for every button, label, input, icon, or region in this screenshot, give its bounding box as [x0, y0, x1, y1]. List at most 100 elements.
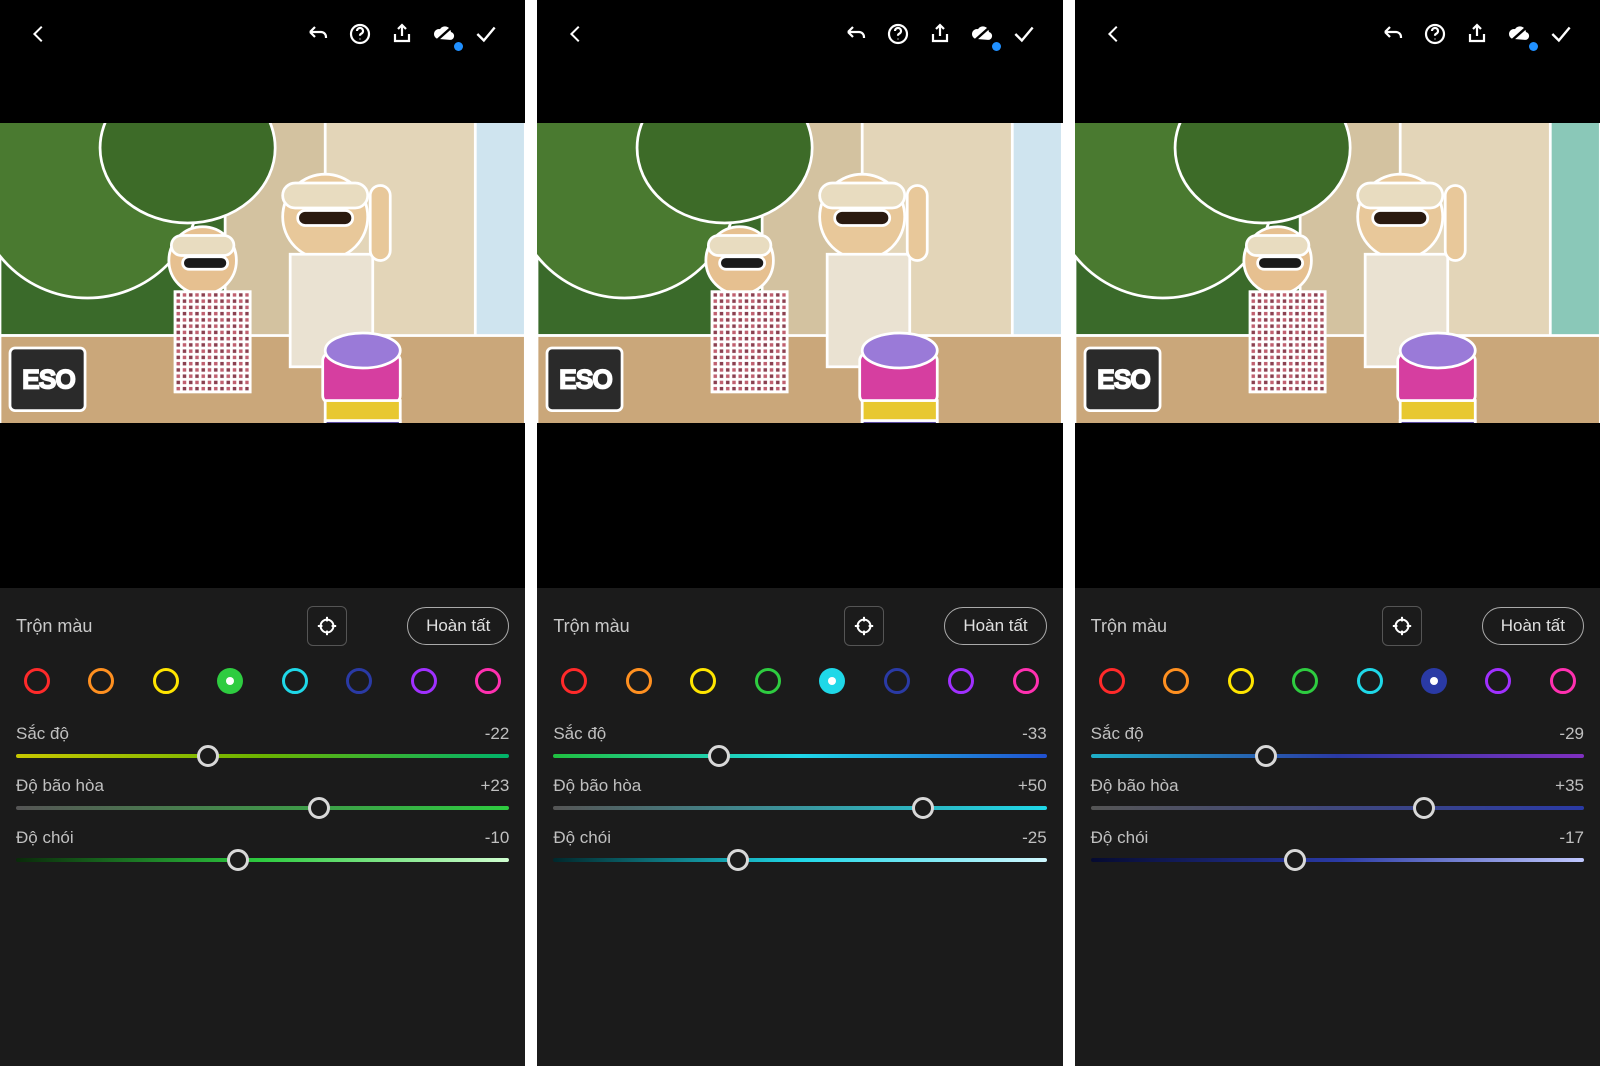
share-icon[interactable]	[919, 13, 961, 55]
luminance-value: -17	[1559, 828, 1584, 848]
color-swatch[interactable]	[88, 668, 114, 694]
cloud-icon[interactable]	[961, 13, 1003, 55]
color-swatch[interactable]	[1485, 668, 1511, 694]
hue-value: -33	[1022, 724, 1047, 744]
editor-screen: ESO Trộn màuHoàn tấtSắc độ-33Độ bão hòa+…	[537, 0, 1062, 1066]
confirm-icon[interactable]	[1003, 13, 1045, 55]
back-icon[interactable]	[555, 13, 597, 55]
color-swatch[interactable]	[24, 668, 50, 694]
color-swatch[interactable]	[346, 668, 372, 694]
hue-slider[interactable]	[1091, 754, 1584, 758]
luminance-slider[interactable]	[1091, 858, 1584, 862]
help-icon[interactable]	[1414, 13, 1456, 55]
color-swatch[interactable]	[948, 668, 974, 694]
svg-text:ESO: ESO	[1097, 366, 1150, 394]
hue-slider-group: Sắc độ-29	[1091, 724, 1584, 758]
saturation-slider[interactable]	[1091, 806, 1584, 810]
saturation-slider-group: Độ bão hòa+50	[553, 776, 1046, 810]
photo-preview[interactable]: ESO	[537, 68, 1062, 478]
help-icon[interactable]	[339, 13, 381, 55]
hue-value: -22	[485, 724, 510, 744]
saturation-label: Độ bão hòa	[1091, 776, 1179, 796]
color-swatch[interactable]	[411, 668, 437, 694]
photo-preview[interactable]: ESO	[0, 68, 525, 478]
done-button[interactable]: Hoàn tất	[944, 607, 1046, 645]
color-swatch[interactable]	[1228, 668, 1254, 694]
luminance-slider-thumb[interactable]	[227, 849, 249, 871]
luminance-label: Độ chói	[16, 828, 74, 848]
saturation-slider-thumb[interactable]	[912, 797, 934, 819]
color-swatch[interactable]	[1099, 668, 1125, 694]
color-mix-panel: Trộn màu Hoàn tất Sắc độ -22 Độ bão hòa +23 Độ…	[0, 588, 525, 1066]
color-swatch[interactable]	[561, 668, 587, 694]
editor-screen: ESO Trộn màu Hoàn tất Sắc độ -22 Độ bão hòa +…	[0, 0, 525, 1066]
color-swatch[interactable]	[217, 668, 243, 694]
target-picker-button[interactable]	[1382, 606, 1422, 646]
color-swatch[interactable]	[1292, 668, 1318, 694]
luminance-slider-thumb[interactable]	[727, 849, 749, 871]
luminance-label: Độ chói	[1091, 828, 1149, 848]
toolbar	[1075, 0, 1600, 68]
color-swatch[interactable]	[1163, 668, 1189, 694]
back-icon[interactable]	[18, 13, 60, 55]
hue-slider[interactable]	[553, 754, 1046, 758]
confirm-icon[interactable]	[465, 13, 507, 55]
hue-slider-thumb[interactable]	[708, 745, 730, 767]
cloud-icon[interactable]	[423, 13, 465, 55]
hue-slider-thumb[interactable]	[1255, 745, 1277, 767]
saturation-slider-thumb[interactable]	[1413, 797, 1435, 819]
hue-slider-group: Sắc độ -22	[16, 724, 509, 758]
back-icon[interactable]	[1093, 13, 1135, 55]
luminance-label: Độ chói	[553, 828, 611, 848]
saturation-slider-group: Độ bão hòa+35	[1091, 776, 1584, 810]
saturation-value: +23	[480, 776, 509, 796]
color-swatch[interactable]	[819, 668, 845, 694]
color-swatch[interactable]	[1013, 668, 1039, 694]
luminance-value: -25	[1022, 828, 1047, 848]
hue-slider-thumb[interactable]	[197, 745, 219, 767]
help-icon[interactable]	[877, 13, 919, 55]
editor-screen: ESO Trộn màu Hoàn tất Sắc độ-29 Độ bão hòa+…	[1075, 0, 1600, 1066]
saturation-slider[interactable]	[16, 806, 509, 810]
done-button[interactable]: Hoàn tất	[1482, 607, 1584, 645]
done-button[interactable]: Hoàn tất	[407, 607, 509, 645]
color-swatch[interactable]	[282, 668, 308, 694]
svg-text:ESO: ESO	[23, 366, 76, 394]
color-swatch[interactable]	[755, 668, 781, 694]
hue-slider[interactable]	[16, 754, 509, 758]
target-picker-button[interactable]	[307, 606, 347, 646]
luminance-slider[interactable]	[16, 858, 509, 862]
luminance-slider-thumb[interactable]	[1284, 849, 1306, 871]
color-swatch[interactable]	[1357, 668, 1383, 694]
panel-title: Trộn màu	[16, 616, 307, 637]
saturation-label: Độ bão hòa	[16, 776, 104, 796]
hue-label: Sắc độ	[553, 724, 606, 744]
luminance-slider-group: Độ chói-10	[16, 828, 509, 862]
color-swatch[interactable]	[153, 668, 179, 694]
share-icon[interactable]	[381, 13, 423, 55]
luminance-slider[interactable]	[553, 858, 1046, 862]
share-icon[interactable]	[1456, 13, 1498, 55]
color-swatches	[16, 668, 509, 694]
undo-icon[interactable]	[297, 13, 339, 55]
photo-preview[interactable]: ESO	[1075, 68, 1600, 478]
color-swatch[interactable]	[475, 668, 501, 694]
toolbar	[0, 0, 525, 68]
color-swatch[interactable]	[884, 668, 910, 694]
saturation-slider[interactable]	[553, 806, 1046, 810]
saturation-slider-thumb[interactable]	[308, 797, 330, 819]
color-swatch[interactable]	[626, 668, 652, 694]
color-mix-panel: Trộn màuHoàn tấtSắc độ-33Độ bão hòa+50Độ…	[537, 588, 1062, 1066]
color-swatch[interactable]	[1550, 668, 1576, 694]
color-swatch[interactable]	[690, 668, 716, 694]
panel-title: Trộn màu	[1091, 616, 1382, 637]
confirm-icon[interactable]	[1540, 13, 1582, 55]
undo-icon[interactable]	[835, 13, 877, 55]
target-picker-button[interactable]	[844, 606, 884, 646]
color-swatch[interactable]	[1421, 668, 1447, 694]
hue-slider-group: Sắc độ -33	[553, 724, 1046, 758]
hue-label: Sắc độ	[16, 724, 69, 744]
undo-icon[interactable]	[1372, 13, 1414, 55]
toolbar	[537, 0, 1062, 68]
cloud-icon[interactable]	[1498, 13, 1540, 55]
